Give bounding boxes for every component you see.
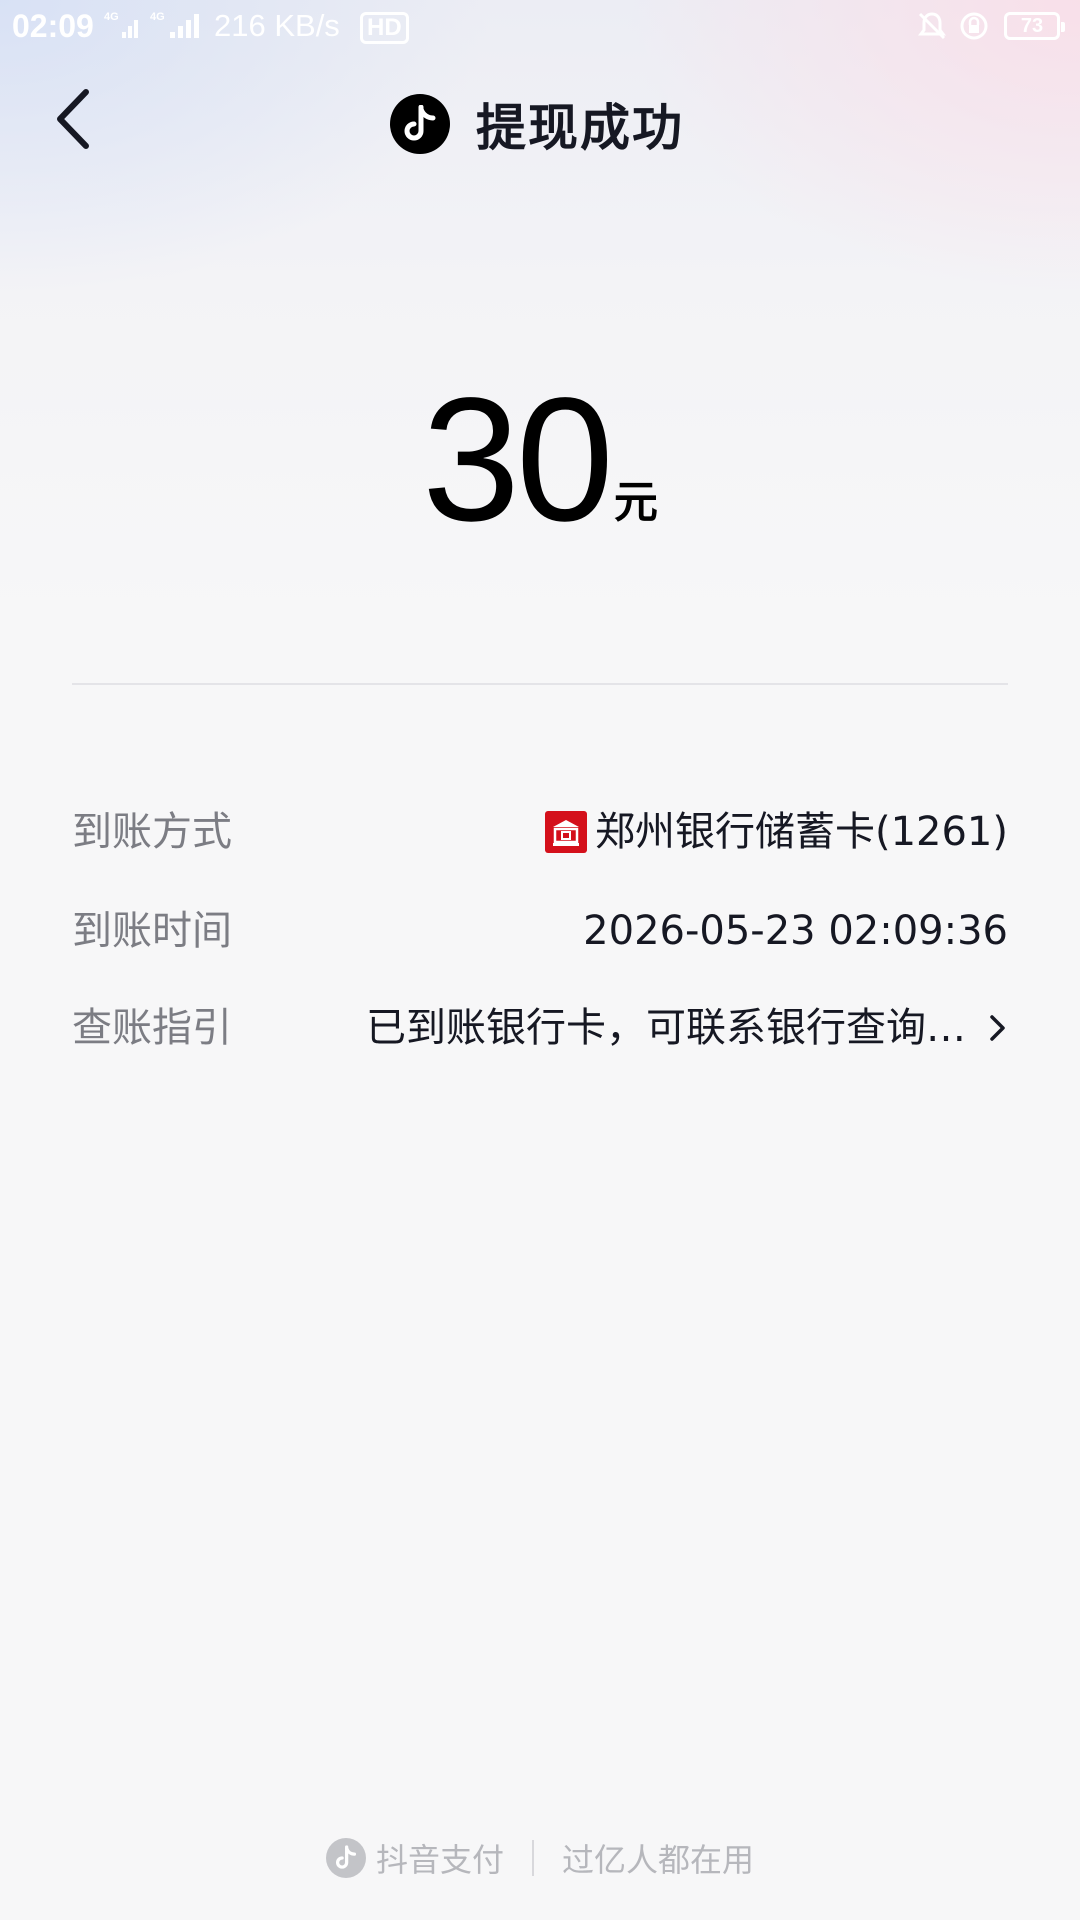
svg-text:4G: 4G — [104, 11, 119, 23]
back-button[interactable] — [52, 86, 112, 152]
divider — [72, 683, 1008, 685]
bank-icon — [544, 811, 587, 853]
detail-label: 查账指引 — [72, 1005, 232, 1051]
footer-brand: 抖音支付 — [375, 1841, 504, 1879]
chevron-right-icon[interactable] — [988, 1013, 1008, 1043]
status-time: 02:09 — [12, 8, 94, 44]
app-header: 提现成功 — [0, 60, 1080, 180]
4g-signal-icon: 4G — [150, 11, 199, 38]
detail-value[interactable]: 已到账银行卡，可联系银行查询… — [366, 998, 966, 1058]
hd-icon: HD — [360, 12, 409, 44]
silent-bell-icon — [918, 12, 946, 40]
status-bar: 02:09 4G 4G 216 KB/s HD 73 — [0, 0, 1080, 54]
amount-value: 30 — [422, 362, 614, 558]
network-speed: 216 KB/s — [214, 8, 340, 43]
detail-label: 到账方式 — [72, 809, 232, 855]
tiktok-logo-icon — [390, 94, 450, 154]
detail-row-time: 到账时间 2026-05-23 02:09:36 — [72, 901, 1008, 961]
detail-value: 郑州银行储蓄卡(1261) — [594, 809, 1008, 855]
page-title: 提现成功 — [476, 99, 684, 157]
withdraw-amount: 30 元 — [0, 372, 1080, 548]
rotation-lock-icon — [960, 12, 988, 40]
4g-signal-icon: 4G — [104, 11, 138, 38]
douyin-pay-logo-icon — [325, 1838, 366, 1878]
battery-icon: 73 — [1004, 12, 1065, 40]
footer-slogan: 过亿人都在用 — [562, 1841, 755, 1879]
svg-text:4G: 4G — [150, 11, 165, 23]
detail-row-method: 到账方式 郑州银行储蓄卡(1261) — [72, 802, 1008, 862]
detail-value: 2026-05-23 02:09:36 — [583, 908, 1008, 954]
amount-unit: 元 — [613, 477, 658, 528]
title-group: 提现成功 — [390, 88, 684, 160]
chevron-left-icon — [57, 89, 89, 149]
detail-row-guide[interactable]: 查账指引 已到账银行卡，可联系银行查询… — [72, 998, 1008, 1058]
footer: 抖音支付 过亿人都在用 — [0, 1830, 1080, 1886]
detail-label: 到账时间 — [72, 908, 232, 954]
footer-divider — [532, 1840, 534, 1876]
